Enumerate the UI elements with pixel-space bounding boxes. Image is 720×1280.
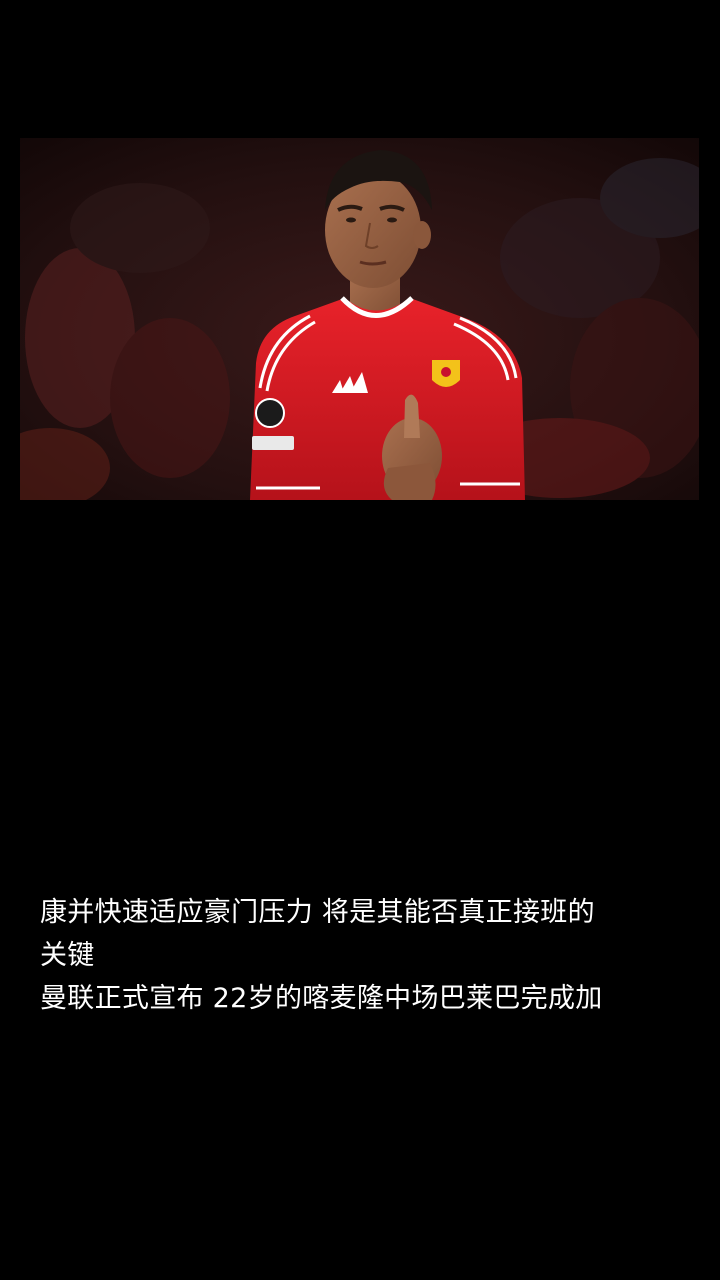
sleeve-badge-icon	[255, 398, 285, 428]
caption-line-3: 曼联正式宣布 22岁的喀麦隆中场巴莱巴完成加	[40, 983, 603, 1014]
caption-line-2: 关键	[40, 940, 95, 971]
player-photo	[20, 138, 699, 500]
subtitle-caption: 康并快速适应豪门压力 将是其能否真正接班的 关键 曼联正式宣布 22岁的喀麦隆中…	[40, 891, 690, 1020]
club-crest-icon	[432, 360, 460, 387]
video-frame: 康并快速适应豪门压力 将是其能否真正接班的 关键 曼联正式宣布 22岁的喀麦隆中…	[0, 0, 720, 1280]
caption-line-1: 康并快速适应豪门压力 将是其能否真正接班的	[40, 897, 595, 928]
player-photo-illustration	[20, 138, 699, 500]
